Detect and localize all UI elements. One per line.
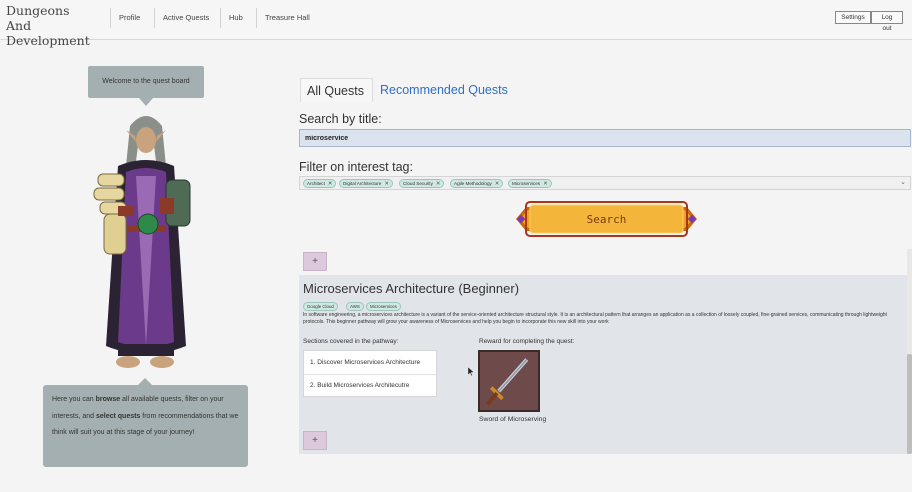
remove-tag-icon[interactable]: ✕ [384,181,389,187]
search-input[interactable] [299,129,911,147]
add-section-button[interactable]: + [303,431,327,450]
quest-title: Microservices Architecture (Beginner) [303,281,520,296]
intro-text-1: Here you can [52,396,96,403]
filter-tag-chip[interactable]: Digital Architecture ✕ [339,179,393,188]
filter-tag-chip[interactable]: Microservices ✕ [508,179,552,188]
section-item[interactable]: 1. Discover Microservices Architecture [310,359,420,366]
remove-tag-icon[interactable]: ✕ [436,181,441,187]
quest-tag: Google Cloud [303,302,338,311]
intro-browse-bold: browse [95,396,121,403]
brand-line-1: Dungeons [6,3,70,18]
filter-tag-label: Cloud Security [403,181,433,186]
welcome-speech-bubble: Welcome to the quest board [88,66,204,106]
sections-label: Sections covered in the pathway: [303,338,399,345]
filter-tag-chip[interactable]: Architect ✕ [303,179,337,188]
elf-wizard-illustration [93,116,191,368]
search-label: Search by title: [299,112,382,126]
remove-tag-icon[interactable]: ✕ [328,181,333,187]
quest-tag: AWS [346,302,364,311]
brand-logo[interactable]: Dungeons And Development [6,3,106,48]
reward-label: Reward for completing the quest: [479,338,575,345]
reward-name: Sword of Microserving [479,416,547,423]
logout-button[interactable]: Log out [871,11,903,32]
nav-link-active-quests[interactable]: Active Quests [154,8,217,28]
quest-tag: Microservices [366,302,401,311]
filter-tag-label: Microservices [512,181,541,186]
remove-tag-icon[interactable]: ✕ [543,181,548,187]
sections-list: 1. Discover Microservices Architecture 2… [303,350,437,397]
filter-tag-label: Digital Architecture [343,181,382,186]
intro-select-bold: select quests [95,412,141,420]
add-quest-button[interactable]: + [303,252,327,271]
top-nav-bar: Dungeons And Development Profile Active Q… [0,0,912,48]
filter-tag-chip[interactable]: Agile Methodology ✕ [450,179,504,188]
quest-card: Microservices Architecture (Beginner) Go… [299,275,911,454]
quest-description: In software engineering, a microservices… [303,312,887,325]
search-button-label: Search [587,213,627,226]
filter-tag-chip[interactable]: Cloud Security ✕ [399,179,445,188]
nav-link-hub[interactable]: Hub [220,8,251,28]
chevron-down-icon[interactable]: ⌄ [900,178,906,186]
settings-button[interactable]: Settings [835,11,871,24]
filter-label: Filter on interest tag: [299,160,413,174]
sword-reward-icon [478,350,540,412]
tab-all-quests[interactable]: All Quests [300,78,373,102]
brand-line-2: And Development [6,18,90,48]
section-divider [304,374,436,375]
filter-tag-label: Agile Methodology [454,181,492,186]
search-button[interactable]: Search [516,200,697,238]
nav-link-treasure-hall[interactable]: Treasure Hall [256,8,318,28]
section-item[interactable]: 2. Build Microservices Architecutre [310,382,409,389]
guide-intro-bubble: Here you can browse all available quests… [43,378,248,467]
remove-tag-icon[interactable]: ✕ [495,181,500,187]
filter-tag-label: Architect [307,181,325,186]
mouse-cursor-icon [468,367,474,376]
interest-tag-select[interactable]: Architect ✕ Digital Architecture ✕ Cloud S… [299,176,911,190]
nav-link-profile[interactable]: Profile [110,8,148,28]
scrollbar-thumb[interactable] [907,354,912,454]
tab-recommended-quests[interactable]: Recommended Quests [380,78,508,102]
